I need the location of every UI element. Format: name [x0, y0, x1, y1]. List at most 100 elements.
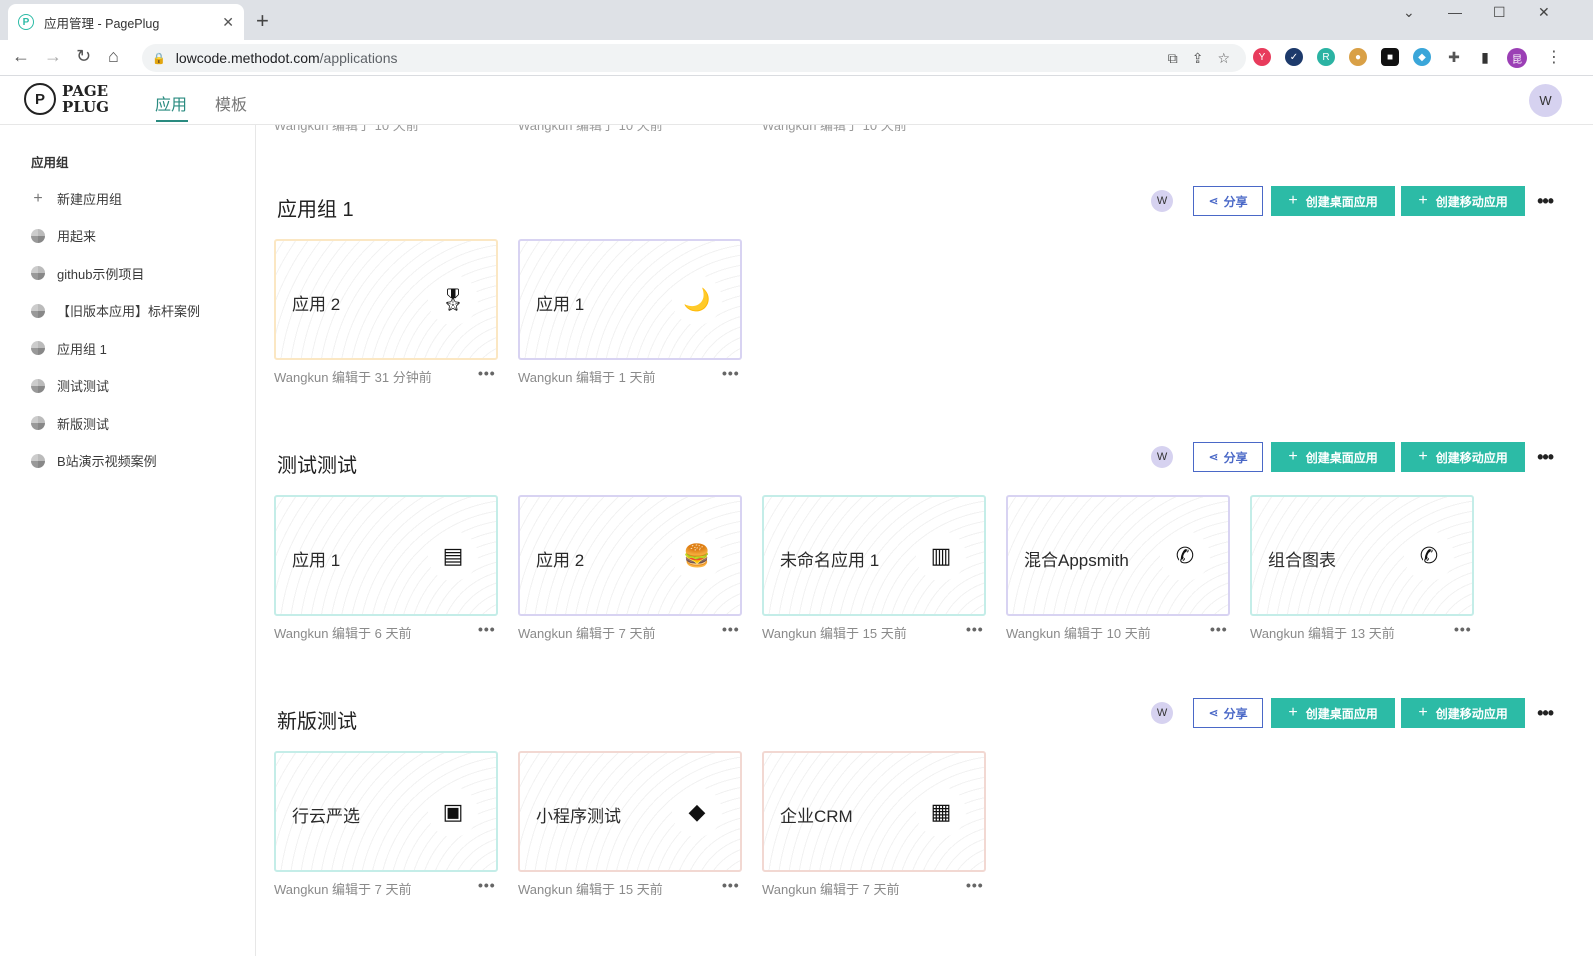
- create-desktop-app-button[interactable]: + 创建桌面应用: [1271, 186, 1396, 216]
- member-avatar[interactable]: W: [1151, 190, 1174, 212]
- create-mobile-app-button[interactable]: + 创建移动应用: [1401, 186, 1526, 216]
- new-tab-icon[interactable]: +: [256, 8, 269, 34]
- app-more-icon[interactable]: •••: [722, 877, 740, 893]
- app-card[interactable]: 应用 2 🍔: [518, 495, 742, 616]
- group-more-icon[interactable]: •••: [1537, 191, 1554, 212]
- app-card[interactable]: 应用 2 🎖: [274, 239, 498, 360]
- app-name: 组合图表: [1268, 551, 1336, 570]
- minimize-icon[interactable]: —: [1448, 4, 1462, 20]
- sidebar-item[interactable]: 用起来: [31, 226, 96, 245]
- app-more-icon[interactable]: •••: [722, 621, 740, 637]
- extension-icon[interactable]: ✓: [1285, 48, 1303, 66]
- app-card[interactable]: 企业CRM ▦: [762, 751, 986, 872]
- create-desktop-app-button[interactable]: + 创建桌面应用: [1271, 442, 1396, 472]
- share-page-icon[interactable]: ⇪: [1192, 50, 1204, 67]
- pageplug-favicon-icon: P: [18, 14, 34, 30]
- tab-search-icon[interactable]: ⌄: [1403, 4, 1415, 21]
- extension-icon[interactable]: ◆: [1413, 48, 1431, 66]
- reload-icon[interactable]: ↻: [76, 46, 91, 67]
- sidebar-item-label: 应用组 1: [57, 341, 107, 357]
- profile-avatar-icon[interactable]: 昆: [1507, 48, 1527, 68]
- bookmark-star-icon[interactable]: ☆: [1217, 50, 1230, 67]
- member-avatar[interactable]: W: [1151, 446, 1174, 468]
- url-path: /applications: [319, 50, 398, 66]
- group-icon: [31, 266, 45, 280]
- app-card[interactable]: 行云严选 ▣: [274, 751, 498, 872]
- app-group: 应用组 1 W ⋖ 分享 + 创建桌面应用 + 创建移动应用 ••• 应用 2 🎖 Wangkun 编…: [257, 186, 1593, 413]
- share-button[interactable]: ⋖ 分享: [1193, 186, 1264, 216]
- app-edited-meta: Wangkun 编辑于 10 天前: [274, 125, 419, 133]
- group-more-icon[interactable]: •••: [1537, 447, 1554, 468]
- url-input[interactable]: 🔒 lowcode.methodot.com/applications ⧉ ⇪ …: [142, 44, 1246, 72]
- app-more-icon[interactable]: •••: [1210, 621, 1228, 637]
- tab-templates[interactable]: 模板: [215, 91, 247, 115]
- app-card[interactable]: 未命名应用 1 ▥: [762, 495, 986, 616]
- group-icon: [31, 453, 45, 468]
- share-icon: ⋖: [1208, 194, 1219, 208]
- forward-icon[interactable]: →: [44, 46, 62, 67]
- sidepanel-icon[interactable]: ▮: [1476, 48, 1494, 66]
- sidebar-item[interactable]: github示例项目: [31, 264, 144, 283]
- sidebar-item[interactable]: B站演示视频案例: [31, 451, 157, 470]
- app-more-icon[interactable]: •••: [966, 877, 984, 893]
- logo-mark-icon: P: [24, 83, 56, 115]
- lock-icon[interactable]: 🔒: [152, 52, 166, 65]
- app-card[interactable]: 混合Appsmith ✆: [1006, 495, 1230, 616]
- close-window-icon[interactable]: ✕: [1538, 4, 1550, 21]
- create-mobile-app-button[interactable]: + 创建移动应用: [1401, 698, 1526, 728]
- pageplug-logo[interactable]: P PAGE PLUG: [24, 83, 109, 115]
- app-name: 未命名应用 1: [780, 551, 880, 570]
- app-more-icon[interactable]: •••: [966, 621, 984, 637]
- sidebar-item[interactable]: 新版测试: [31, 414, 109, 433]
- app-more-icon[interactable]: •••: [478, 621, 496, 637]
- phone-icon: ✆: [1160, 531, 1210, 581]
- create-mobile-label: 创建移动应用: [1435, 450, 1508, 465]
- sidebar-item[interactable]: 测试测试: [31, 376, 109, 395]
- translate-icon[interactable]: ⧉: [1168, 50, 1178, 67]
- app-name: 企业CRM: [780, 807, 853, 826]
- app-more-icon[interactable]: •••: [478, 365, 496, 381]
- sidebar-item[interactable]: 应用组 1: [31, 339, 107, 358]
- app-more-icon[interactable]: •••: [722, 365, 740, 381]
- home-icon[interactable]: ⌂: [108, 46, 119, 67]
- extension-icon[interactable]: Y: [1253, 48, 1271, 66]
- create-mobile-app-button[interactable]: + 创建移动应用: [1401, 442, 1526, 472]
- share-label: 分享: [1223, 706, 1248, 721]
- address-bar: ← → ↻ ⌂ 🔒 lowcode.methodot.com/applicati…: [0, 40, 1593, 76]
- create-desktop-app-button[interactable]: + 创建桌面应用: [1271, 698, 1396, 728]
- sidebar-item[interactable]: 【旧版本应用】标杆案例: [31, 301, 200, 320]
- share-button[interactable]: ⋖ 分享: [1193, 698, 1264, 728]
- app-card[interactable]: 组合图表 ✆: [1250, 495, 1474, 616]
- box-icon: ▣: [428, 787, 478, 837]
- app-card[interactable]: 小程序测试 ◆: [518, 751, 742, 872]
- share-label: 分享: [1223, 194, 1248, 209]
- browser-menu-icon[interactable]: ⋮: [1545, 48, 1563, 66]
- group-more-icon[interactable]: •••: [1537, 703, 1554, 724]
- puzzle-extensions-icon[interactable]: ✚: [1445, 48, 1463, 66]
- create-mobile-label: 创建移动应用: [1435, 194, 1508, 209]
- close-tab-icon[interactable]: ✕: [222, 14, 234, 31]
- maximize-icon[interactable]: ☐: [1493, 4, 1506, 21]
- new-group-button[interactable]: + 新建应用组: [31, 189, 122, 208]
- app-name: 应用 1: [536, 295, 585, 314]
- app-edited-meta: Wangkun 编辑于 31 分钟前: [274, 370, 432, 385]
- browser-tab[interactable]: P 应用管理 - PagePlug ✕: [8, 4, 244, 40]
- sidebar-item-label: B站演示视频案例: [57, 454, 157, 469]
- diamond-icon: ◆: [672, 787, 722, 837]
- cookie-extension-icon[interactable]: ●: [1349, 48, 1367, 66]
- extension-icon[interactable]: ■: [1381, 48, 1399, 66]
- plus-icon: +: [33, 189, 43, 207]
- back-icon[interactable]: ←: [12, 46, 30, 67]
- extension-icon[interactable]: R: [1317, 48, 1335, 66]
- app-name: 应用 1: [292, 551, 341, 570]
- app-card[interactable]: 应用 1 🌙: [518, 239, 742, 360]
- tab-applications[interactable]: 应用: [155, 91, 187, 115]
- group-icon: [31, 228, 45, 243]
- member-avatar[interactable]: W: [1151, 702, 1174, 724]
- share-button[interactable]: ⋖ 分享: [1193, 442, 1264, 472]
- app-more-icon[interactable]: •••: [478, 877, 496, 893]
- app-edited-meta: Wangkun 编辑于 10 天前: [518, 125, 663, 133]
- user-avatar[interactable]: W: [1529, 84, 1562, 117]
- app-more-icon[interactable]: •••: [1454, 621, 1472, 637]
- app-card[interactable]: 应用 1 ▤: [274, 495, 498, 616]
